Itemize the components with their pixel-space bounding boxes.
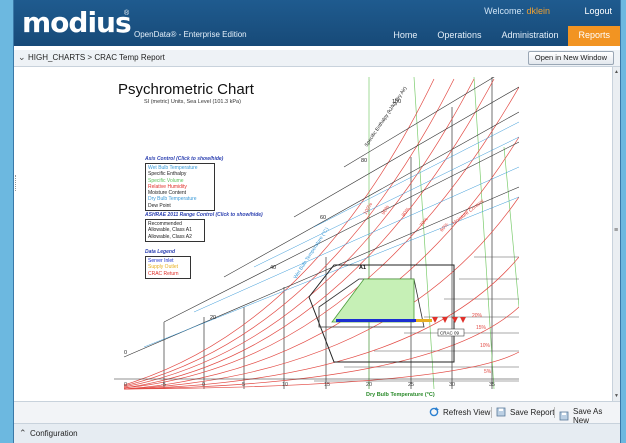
data-series-crac-return [432,317,466,323]
x-tick-label: 0 [202,382,205,388]
axis-control-legend: Wet Bulb Temperature Specific Enthalpy S… [145,163,215,212]
data-legend-heading: Data Legend [145,249,176,255]
psychrometric-chart: 0 -5 0 5 10 15 20 25 30 35 Dry Bulb Temp… [114,77,519,398]
save-as-icon [559,411,569,421]
legend-item-class-a2[interactable]: Allowable, Class A2 [148,234,202,240]
nav-home[interactable]: Home [383,26,427,46]
refresh-view-label: Refresh View [443,407,491,417]
welcome-text: Welcome: dklein [484,6,550,16]
x-tick-label: -5 [161,382,166,388]
legend-item-crac-return[interactable]: CRAC Return [148,271,188,277]
save-report-button[interactable]: Save Report [496,407,554,417]
collapse-chevron-icon[interactable]: ⌄ [18,52,26,63]
rh-label: 20% [472,313,483,319]
enthalpy-axis-label: Specific Enthalpy (kJ/kg Dry Air) [364,86,409,149]
registered-mark: ® [124,10,130,17]
toolbar-divider [554,407,555,418]
data-legend: Server Inlet Supply Outlet CRAC Return [145,256,191,279]
configuration-panel-header[interactable]: ⌃ Configuration [14,423,620,443]
legend-item-dew-point[interactable]: Dew Point [148,203,212,209]
resize-grip-icon[interactable] [15,175,19,191]
chart-subtitle: SI (metric) Units, Sea Level (101.3 kPa) [144,99,241,105]
save-report-label: Save Report [510,407,555,417]
enthalpy-tick-label: 0 [124,350,127,356]
wet-bulb-axis-label: Wet Bulb Temperature (°C) [293,226,331,280]
app-window: modius ® OpenData® - Enterprise Edition … [14,0,620,443]
data-series-supply-outlet [416,319,432,322]
report-toolbar: Refresh View Save Report Save As New [14,401,620,425]
welcome-prefix: Welcome: [484,6,524,16]
x-tick-label: 0 [124,382,127,388]
breadcrumb: HIGH_CHARTS > CRAC Temp Report [28,53,165,62]
configuration-label: Configuration [30,429,78,438]
vertical-scrollbar[interactable]: ▲ ≡ ▼ [612,67,620,401]
x-axis-label: Dry Bulb Temperature (°C) [366,392,435,398]
ashrae-legend: Recommended Allowable, Class A1 Allowabl… [145,219,205,242]
data-point-label: CRAC 09 [440,331,460,336]
x-tick-label: 30 [449,382,455,388]
enthalpy-tick-label: 80 [361,158,367,164]
x-tick-label: 20 [366,382,372,388]
rh-label: 10% [480,343,491,349]
main-nav: Home Operations Administration Reports [383,26,620,46]
refresh-icon [429,407,439,417]
toolbar-divider [491,407,492,418]
scroll-grip-icon[interactable]: ≡ [614,227,618,234]
scroll-down-icon[interactable]: ▼ [614,393,619,399]
enthalpy-tick-label: 40 [270,265,276,271]
x-tick-label: 10 [282,382,288,388]
save-icon [496,407,506,417]
logout-link[interactable]: Logout [584,6,612,16]
rh-label: 5% [484,369,492,375]
top-header: modius ® OpenData® - Enterprise Edition … [14,0,620,46]
user-name[interactable]: dklein [526,6,550,16]
open-new-window-button[interactable]: Open in New Window [527,51,614,65]
ashrae-control-heading[interactable]: ASHRAE 2011 Range Control (Click to show… [145,212,263,218]
refresh-view-button[interactable]: Refresh View [429,407,490,417]
edition-label: OpenData® - Enterprise Edition [134,30,247,39]
region-label-a1: A1 [359,265,366,271]
x-tick-label: 35 [489,382,495,388]
chart-title: Psychrometric Chart [118,81,254,98]
axis-control-heading[interactable]: Axis Control (Click to show/hide) [145,156,223,162]
expand-chevron-icon[interactable]: ⌃ [19,428,27,439]
modius-logo: modius [22,6,132,39]
data-series-server-inlet [336,319,416,322]
rh-label: 70% [419,216,430,228]
nav-reports[interactable]: Reports [568,26,620,46]
x-tick-label: 15 [324,382,330,388]
report-content: 0 -5 0 5 10 15 20 25 30 35 Dry Bulb Temp… [14,67,612,401]
breadcrumb-bar: ⌄ HIGH_CHARTS > CRAC Temp Report Open in… [14,50,620,67]
x-tick-label: 25 [408,382,414,388]
rh-label: 90% [381,204,392,216]
scroll-up-icon[interactable]: ▲ [614,69,619,75]
rh-label: 15% [476,325,487,331]
nav-administration[interactable]: Administration [491,26,568,46]
enthalpy-tick-label: 20 [210,315,216,321]
enthalpy-tick-label: 60 [320,215,326,221]
nav-operations[interactable]: Operations [427,26,491,46]
x-tick-label: 5 [242,382,245,388]
